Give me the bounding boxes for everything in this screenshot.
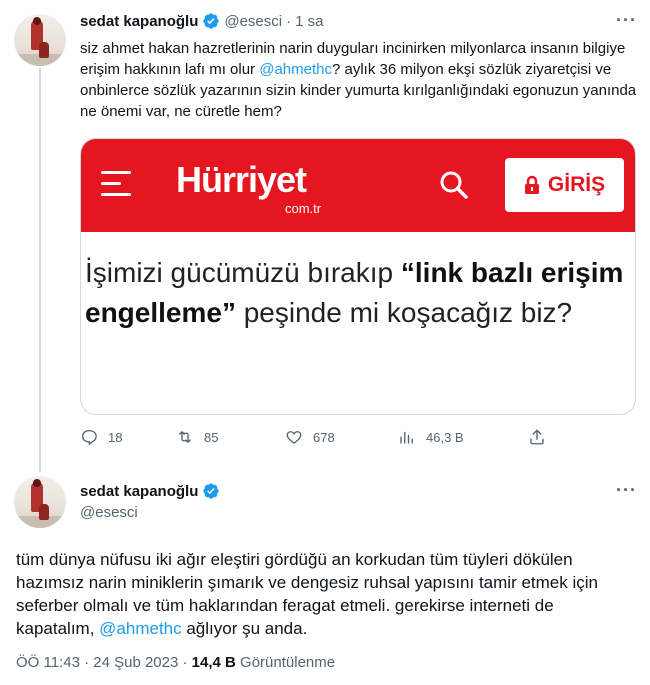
- link-card[interactable]: Hürriyet com.tr GİRİŞ İşimizi gücümüzü b…: [80, 138, 636, 415]
- card-headline: İşimizi gücümüzü bırakıp “link bazlı eri…: [85, 253, 625, 333]
- verified-badge-icon: [202, 12, 220, 30]
- tweet-header: sedat kapanoğlu: [80, 482, 220, 500]
- share-button[interactable]: [528, 428, 546, 446]
- more-options-icon[interactable]: ···: [616, 480, 637, 501]
- author-name[interactable]: sedat kapanoğlu: [80, 483, 198, 500]
- hamburger-menu-icon: [101, 171, 131, 197]
- mention-link[interactable]: @ahmethc: [259, 61, 332, 78]
- avatar[interactable]: [14, 14, 66, 66]
- author-name[interactable]: sedat kapanoğlu: [80, 13, 198, 30]
- like-button[interactable]: 678: [285, 428, 335, 446]
- views-chart-icon: [400, 431, 413, 444]
- tweet-header: sedat kapanoğlu @esesci · 1 sa: [80, 12, 323, 30]
- reply-count: 18: [108, 429, 123, 445]
- views-count: 46,3 B: [426, 429, 464, 445]
- login-button: GİRİŞ: [505, 158, 624, 212]
- separator: ·: [286, 12, 292, 30]
- search-icon: [439, 170, 469, 200]
- retweet-count: 85: [204, 429, 219, 445]
- retweet-button[interactable]: 85: [176, 428, 218, 446]
- author-handle[interactable]: @esesci: [80, 504, 138, 521]
- login-label: GİRİŞ: [547, 173, 606, 196]
- author-handle[interactable]: @esesci: [224, 13, 282, 30]
- site-logo-sub: com.tr: [285, 201, 322, 216]
- reply-icon: [81, 429, 97, 446]
- headline-part: İşimizi gücümüzü bırakıp: [85, 257, 401, 288]
- card-header: Hürriyet com.tr GİRİŞ: [81, 139, 635, 232]
- site-logo: Hürriyet: [176, 159, 307, 200]
- tweet-text: tüm dünya nüfusu iki ağır eleştiri gördü…: [16, 548, 636, 640]
- tweet-actions: 18 85 678 46,3 B: [80, 428, 550, 452]
- lock-icon: [524, 175, 539, 194]
- tweet-text-part: ağlıyor şu anda.: [181, 619, 308, 638]
- thread-line: [39, 68, 41, 472]
- avatar[interactable]: [14, 476, 66, 528]
- tweet-meta: ÖÖ 11:43 · 24 Şub 2023 · 14,4 B Görüntül…: [16, 654, 335, 671]
- views-total: 14,4 B: [191, 654, 236, 671]
- tweet-time[interactable]: 1 sa: [295, 13, 323, 30]
- like-count: 678: [313, 429, 335, 445]
- retweet-icon: [179, 431, 191, 443]
- views-label: Görüntülenme: [235, 654, 336, 671]
- tweet-text: siz ahmet hakan hazretlerinin narin duyg…: [80, 38, 640, 122]
- mention-link[interactable]: @ahmethc: [99, 619, 181, 638]
- reply-button[interactable]: 18: [80, 428, 122, 446]
- views-button[interactable]: 46,3 B: [398, 428, 464, 446]
- share-icon: [530, 429, 544, 445]
- headline-part: peşinde mi koşacağız biz?: [235, 297, 573, 328]
- verified-badge-icon: [202, 482, 220, 500]
- tweet-timestamp[interactable]: ÖÖ 11:43 · 24 Şub 2023 ·: [16, 654, 192, 671]
- heart-icon: [286, 431, 302, 444]
- more-options-icon[interactable]: ···: [616, 10, 637, 31]
